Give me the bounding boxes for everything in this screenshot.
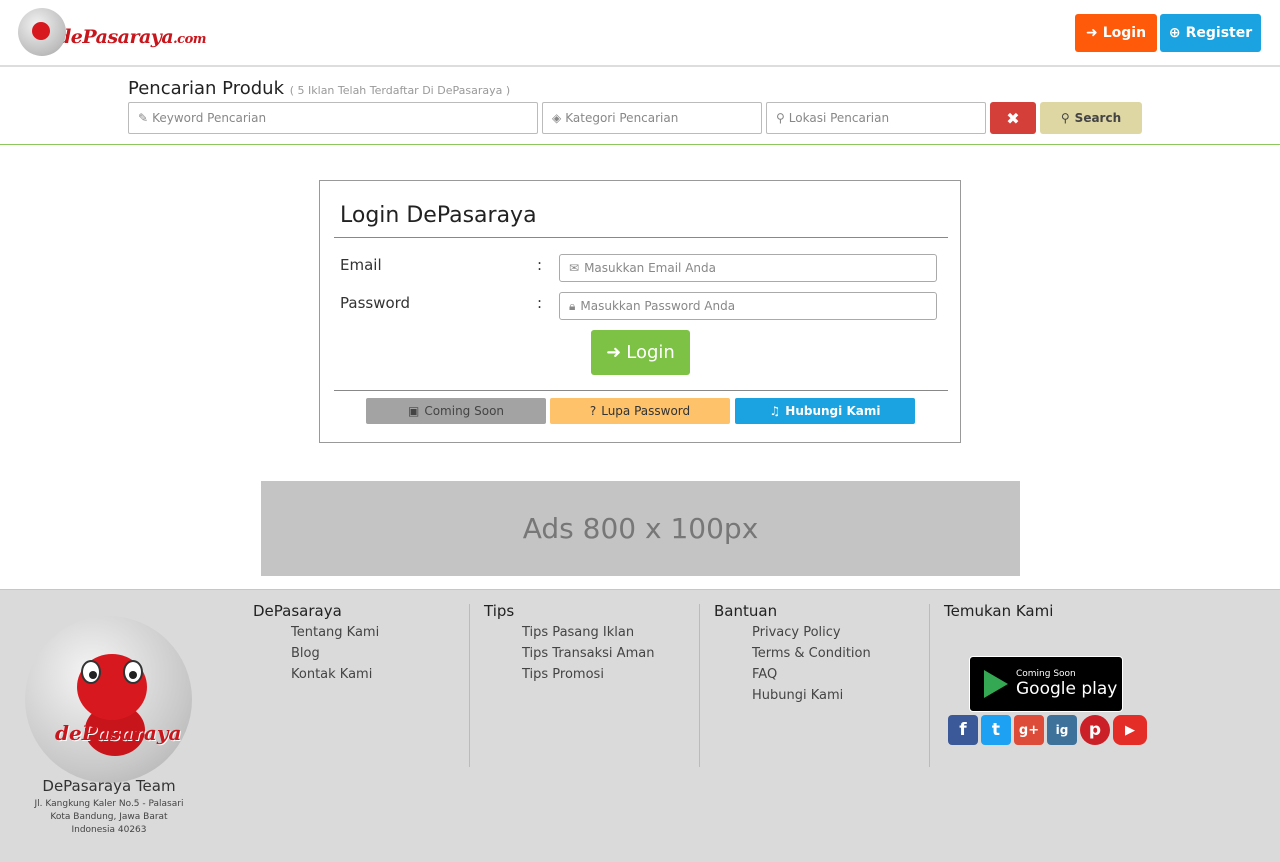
map-marker-icon: ⚲ bbox=[776, 111, 785, 125]
login-submit-button[interactable]: ➜ Login bbox=[591, 330, 690, 375]
footer-link[interactable]: Terms & Condition bbox=[714, 643, 871, 664]
team-name: DePasaraya Team bbox=[42, 777, 176, 795]
top-header: dePasaraya.com ➜ Login ⊕ Register bbox=[0, 0, 1280, 67]
search-title: Pencarian Produk ( 5 Iklan Telah Terdaft… bbox=[128, 78, 511, 99]
plus-circle-icon: ⊕ bbox=[1168, 25, 1181, 41]
footer-link[interactable]: Tips Promosi bbox=[484, 664, 654, 685]
headphones-icon: ♫ bbox=[769, 404, 781, 418]
header-login-button[interactable]: ➜ Login bbox=[1075, 14, 1157, 52]
tag-icon: ◈ bbox=[552, 111, 562, 125]
divider bbox=[469, 604, 470, 767]
email-colon: : bbox=[537, 256, 543, 274]
twitter-icon[interactable]: t bbox=[981, 715, 1011, 745]
footer-column-bantuan: Bantuan Privacy Policy Terms & Condition… bbox=[714, 602, 871, 706]
login-title: Login DePasaraya bbox=[340, 203, 537, 228]
divider bbox=[334, 390, 948, 391]
footer-link[interactable]: Blog bbox=[253, 643, 379, 664]
email-field[interactable]: ✉ Masukkan Email Anda bbox=[559, 254, 937, 282]
site-logo[interactable]: dePasaraya.com bbox=[18, 8, 207, 56]
kategori-search-input[interactable]: ◈ Kategori Pencarian bbox=[542, 102, 762, 134]
password-field[interactable]: 🔒︎ Masukkan Password Anda bbox=[559, 292, 937, 320]
close-icon: ✖ bbox=[1006, 108, 1020, 128]
sign-in-icon: ➜ bbox=[1085, 25, 1098, 41]
divider bbox=[699, 604, 700, 767]
lokasi-search-input[interactable]: ⚲ Lokasi Pencarian bbox=[766, 102, 986, 134]
youtube-icon[interactable]: ▶ bbox=[1113, 715, 1147, 745]
header-register-button[interactable]: ⊕ Register bbox=[1160, 14, 1261, 52]
search-subtitle: ( 5 Iklan Telah Terdaftar Di DePasaraya … bbox=[289, 84, 511, 97]
coming-soon-button[interactable]: ▣ Coming Soon bbox=[366, 398, 546, 424]
footer-column-depasaraya: DePasaraya Tentang Kami Blog Kontak Kami bbox=[253, 602, 379, 685]
clear-search-button[interactable]: ✖ bbox=[990, 102, 1036, 134]
search-section: Pencarian Produk ( 5 Iklan Telah Terdaft… bbox=[0, 69, 1280, 145]
logo-ant-icon bbox=[18, 8, 66, 56]
facebook-square-icon: ▣ bbox=[407, 404, 420, 418]
footer-link[interactable]: Privacy Policy bbox=[714, 622, 871, 643]
footer-logo: dePasaraya.com bbox=[25, 616, 192, 783]
lock-icon: 🔒︎ bbox=[569, 298, 576, 313]
google-play-icon bbox=[984, 670, 1008, 698]
email-label: Email bbox=[340, 256, 382, 274]
search-button[interactable]: ⚲ Search bbox=[1040, 102, 1142, 134]
footer-link[interactable]: FAQ bbox=[714, 664, 871, 685]
google-play-badge[interactable]: Coming Soon Google play bbox=[969, 656, 1123, 712]
lupa-password-button[interactable]: ? Lupa Password bbox=[550, 398, 730, 424]
ads-banner[interactable]: Ads 800 x 100px bbox=[261, 481, 1020, 576]
google-plus-icon[interactable]: g+ bbox=[1014, 715, 1044, 745]
envelope-icon: ✉ bbox=[569, 261, 580, 275]
facebook-icon[interactable]: f bbox=[948, 715, 978, 745]
footer-link[interactable]: Hubungi Kami bbox=[714, 685, 871, 706]
login-card: Login DePasaraya Email : ✉ Masukkan Emai… bbox=[319, 180, 961, 443]
question-circle-icon: ? bbox=[589, 404, 597, 418]
pencil-icon: ✎ bbox=[138, 111, 149, 125]
footer-link[interactable]: Tips Transaksi Aman bbox=[484, 643, 654, 664]
footer-link[interactable]: Tips Pasang Iklan bbox=[484, 622, 654, 643]
divider bbox=[334, 237, 948, 238]
keyword-search-input[interactable]: ✎ Keyword Pencarian bbox=[128, 102, 538, 134]
search-icon: ⚲ bbox=[1060, 111, 1070, 125]
sign-in-icon: ➜ bbox=[606, 342, 622, 363]
team-address: Jl. Kangkung Kaler No.5 - Palasari Kota … bbox=[34, 799, 184, 835]
footer-brand-text: dePasaraya.com bbox=[55, 721, 192, 745]
password-label: Password bbox=[340, 294, 411, 312]
password-colon: : bbox=[537, 294, 543, 312]
footer-column-temukan: Temukan Kami bbox=[944, 602, 1054, 620]
footer-link[interactable]: Kontak Kami bbox=[253, 664, 379, 685]
instagram-icon[interactable]: ig bbox=[1047, 715, 1077, 745]
footer-link[interactable]: Tentang Kami bbox=[253, 622, 379, 643]
social-links: f t g+ ig p ▶ bbox=[948, 715, 1147, 745]
footer: dePasaraya.com DePasaraya Team Jl. Kangk… bbox=[0, 589, 1280, 862]
hubungi-kami-button[interactable]: ♫ Hubungi Kami bbox=[735, 398, 915, 424]
divider bbox=[929, 604, 930, 767]
footer-column-tips: Tips Tips Pasang Iklan Tips Transaksi Am… bbox=[484, 602, 654, 685]
logo-text: dePasaraya.com bbox=[58, 26, 207, 48]
pinterest-icon[interactable]: p bbox=[1080, 715, 1110, 745]
